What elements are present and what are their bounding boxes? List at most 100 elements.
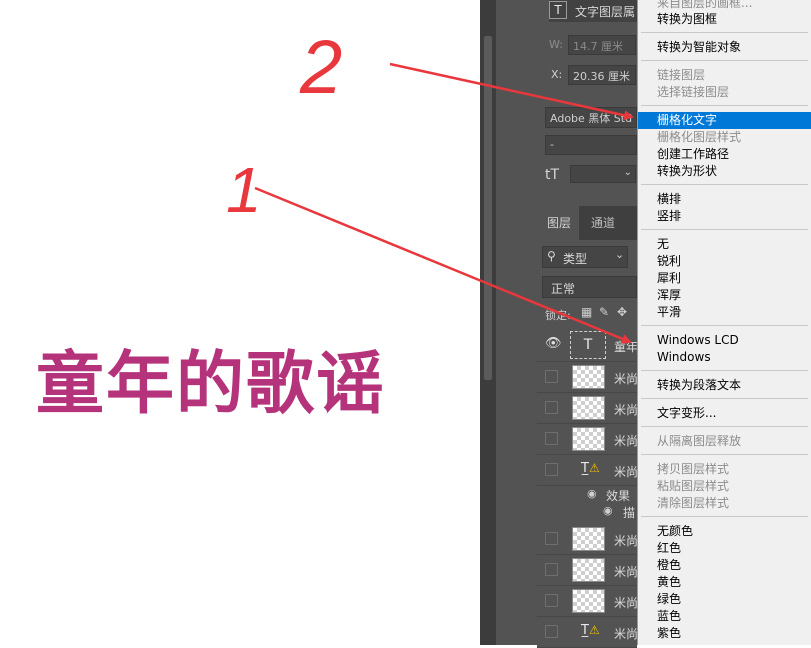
menu-separator <box>641 454 808 455</box>
menu-separator <box>641 426 808 427</box>
menu-item[interactable]: 创建工作路径 <box>638 146 811 163</box>
canvas-scrollbar[interactable] <box>480 0 496 645</box>
layer-thumbnail <box>572 365 605 389</box>
layer-type-label: 文字图层属 <box>575 5 636 19</box>
text-layer-thumbnail: T <box>570 331 606 359</box>
layer-name[interactable]: 童年 <box>614 338 638 355</box>
menu-item[interactable]: 平滑 <box>638 304 811 321</box>
menu-separator <box>641 516 808 517</box>
tab-channels[interactable]: 通道 <box>591 214 615 231</box>
layer-row-warning[interactable]: T̲⚠ 米尚 <box>537 455 638 486</box>
layer-name[interactable]: 米尚 <box>614 594 638 611</box>
text-layer-icon: T <box>549 1 567 19</box>
filter-label: 类型 <box>563 252 588 266</box>
layer-name[interactable]: 米尚 <box>614 401 638 418</box>
tab-layers[interactable]: 图层 <box>537 206 579 240</box>
layer-row[interactable]: 米尚 <box>537 586 638 617</box>
menu-item[interactable]: 无颜色 <box>638 523 811 540</box>
menu-item: 链接图层 <box>657 68 706 82</box>
layer-name[interactable]: 米尚 <box>614 532 638 549</box>
context-menu: 来自图层的画框... 转换为图框 转换为智能对象 链接图层 选择链接图层 栅格化文字 栅格化… <box>637 0 811 645</box>
eye-icon[interactable]: ◉ <box>603 504 613 517</box>
lock-pixels-icon[interactable]: ▦ <box>581 305 592 319</box>
document-canvas[interactable]: 童年的歌谣 <box>0 0 480 645</box>
menu-item[interactable]: Windows <box>638 349 811 366</box>
menu-separator <box>641 60 808 61</box>
menu-item[interactable]: 转换为段落文本 <box>638 377 811 394</box>
menu-separator <box>641 184 808 185</box>
visibility-toggle[interactable] <box>545 563 558 576</box>
blend-mode-value: 正常 <box>551 282 576 296</box>
eye-icon[interactable]: ◉ <box>587 487 597 500</box>
canvas-text-layer[interactable]: 童年的歌谣 <box>36 328 386 427</box>
layer-filter-select[interactable]: ⚲ 类型 ⌄ <box>542 246 628 268</box>
layer-name[interactable]: 米尚 <box>614 625 638 642</box>
effect-item-row[interactable]: ◉ 描 <box>537 503 637 520</box>
font-family-select[interactable]: Adobe 黑体 Std <box>545 107 637 128</box>
menu-item[interactable]: 浑厚 <box>638 287 811 304</box>
x-field[interactable]: 20.36 厘米 <box>568 65 636 85</box>
menu-item: 从隔离图层释放 <box>657 434 742 448</box>
menu-item: 栅格化图层样式 <box>657 130 742 144</box>
layer-row-text[interactable]: 👁 T 童年 <box>537 328 638 362</box>
font-size-field[interactable]: ⌄ <box>570 165 636 183</box>
layer-name[interactable]: 米尚 <box>614 463 638 480</box>
effects-label: 效果 <box>606 489 631 503</box>
lock-position-icon[interactable]: ✥ <box>617 305 627 319</box>
menu-item[interactable]: 橙色 <box>638 557 811 574</box>
visibility-toggle[interactable] <box>545 532 558 545</box>
menu-item[interactable]: 蓝色 <box>638 608 811 625</box>
blend-mode-select[interactable]: 正常 <box>542 276 637 298</box>
font-size-icon: tT <box>545 167 560 183</box>
menu-item[interactable]: 转换为智能对象 <box>638 39 811 56</box>
menu-item: 清除图层样式 <box>657 496 730 510</box>
layer-row-warning[interactable]: T̲⚠ 米尚 <box>537 617 638 648</box>
lock-label: 锁定: <box>545 309 571 322</box>
menu-item[interactable]: 横排 <box>638 191 811 208</box>
eye-icon[interactable]: 👁 <box>545 336 562 351</box>
layer-row[interactable]: 米尚 <box>537 524 638 555</box>
search-icon: ⚲ <box>547 249 556 263</box>
menu-separator <box>641 370 808 371</box>
menu-item[interactable]: 黄色 <box>638 574 811 591</box>
menu-item[interactable]: 栅格化文字 <box>638 112 811 129</box>
menu-item[interactable]: 无 <box>638 236 811 253</box>
menu-item[interactable]: 文字变形... <box>638 405 811 422</box>
layer-name[interactable]: 米尚 <box>614 563 638 580</box>
chevron-down-icon: ⌄ <box>623 167 632 178</box>
width-field[interactable]: 14.7 厘米 <box>568 35 636 55</box>
visibility-toggle[interactable] <box>545 594 558 607</box>
visibility-toggle[interactable] <box>545 401 558 414</box>
menu-item[interactable]: 紫色 <box>638 625 811 642</box>
layer-name[interactable]: 米尚 <box>614 370 638 387</box>
width-label: W: <box>549 38 563 51</box>
lock-bar: 锁定: ▦ ✎ ✥ <box>537 302 637 324</box>
menu-item[interactable]: 转换为形状 <box>638 163 811 180</box>
text-warning-icon: T̲⚠ <box>581 623 600 638</box>
menu-item[interactable]: 犀利 <box>638 270 811 287</box>
layer-name[interactable]: 米尚 <box>614 432 638 449</box>
layer-thumbnail <box>572 527 605 551</box>
lock-paint-icon[interactable]: ✎ <box>599 305 609 319</box>
menu-item[interactable]: 竖排 <box>638 208 811 225</box>
layer-row[interactable]: 米尚 <box>537 393 638 424</box>
menu-item: 拷贝图层样式 <box>657 462 730 476</box>
menu-item[interactable]: 锐利 <box>638 253 811 270</box>
visibility-toggle[interactable] <box>545 625 558 638</box>
layer-row[interactable]: 米尚 <box>537 555 638 586</box>
visibility-toggle[interactable] <box>545 370 558 383</box>
scrollbar-thumb[interactable] <box>484 36 492 380</box>
menu-item[interactable]: Windows LCD <box>638 332 811 349</box>
menu-item[interactable]: 红色 <box>638 540 811 557</box>
menu-separator <box>641 32 808 33</box>
menu-item[interactable]: 转换为图框 <box>638 11 811 28</box>
menu-separator <box>641 229 808 230</box>
visibility-toggle[interactable] <box>545 463 558 476</box>
font-style-select[interactable]: - <box>545 135 637 155</box>
menu-item[interactable]: 绿色 <box>638 591 811 608</box>
visibility-toggle[interactable] <box>545 432 558 445</box>
layer-row[interactable]: 米尚 <box>537 424 638 455</box>
menu-separator <box>641 105 808 106</box>
layer-row[interactable]: 米尚 <box>537 362 638 393</box>
effects-row[interactable]: ◉ 效果 <box>537 486 637 503</box>
